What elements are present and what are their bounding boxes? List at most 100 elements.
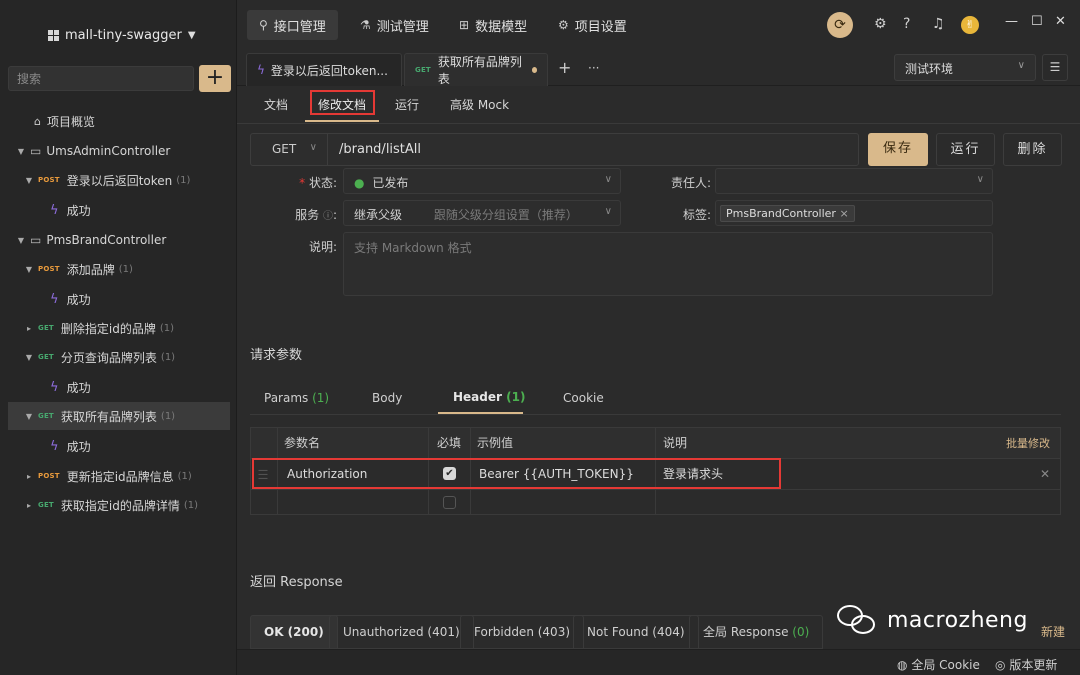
tree-item-overview[interactable]: ⌂ 项目概览 [8,107,230,135]
close-icon[interactable]: × [839,207,848,220]
chevron-down-icon: ∨ [309,142,317,153]
tree-count: (1) [160,351,176,363]
tree-label: 获取指定id的品牌详情 [60,498,180,513]
gear-icon: ⚙ [558,18,569,32]
nav-label: 项目设置 [574,19,627,35]
url-input[interactable]: /brand/listAll [339,142,421,157]
tree-label: 获取所有品牌列表 [60,409,157,424]
tag-value: PmsBrandController [726,207,836,220]
tree-label: UmsAdminController [46,144,171,158]
tab-list-all-brands[interactable]: GET 获取所有品牌列表 [404,53,548,86]
help-icon[interactable]: ? [903,16,910,32]
chevron-down-icon: ∨ [604,206,612,217]
tree-label: PmsBrandController [46,233,167,247]
tab-params[interactable]: Params (1) [264,391,329,405]
tree-label: 分页查询品牌列表 [60,350,157,365]
environment-select[interactable]: 测试环境 ∨ [894,54,1036,81]
tree-item-update-brand[interactable]: ▸ POST 更新指定id品牌信息 (1) [8,462,230,490]
tree-item-delete-brand[interactable]: ▸ GET 删除指定id的品牌 (1) [8,314,230,342]
tree-item-success[interactable]: ϟ 成功 [8,432,230,460]
tree-count: (1) [159,322,175,334]
tree-count: (1) [176,174,191,186]
minimize-icon[interactable]: — [1005,14,1018,29]
tab-header[interactable]: Header (1) [453,390,525,404]
maximize-icon[interactable]: ☐ [1031,14,1043,29]
nav-project-settings[interactable]: ⚙ 项目设置 [546,10,639,40]
tab-login-token[interactable]: ϟ 登录以后返回token... [246,53,402,86]
save-button[interactable]: 保存 [868,133,928,166]
tag-input[interactable]: PmsBrandController × [715,200,993,226]
tree-folder-ums[interactable]: ▼ ▭ UmsAdminController [8,137,230,165]
run-button[interactable]: 运行 [936,133,995,166]
tree-item-add-brand[interactable]: ▼ POST 添加品牌 (1) [8,255,230,283]
bolt-icon: ϟ [50,438,59,454]
tag-chip[interactable]: PmsBrandController × [720,205,855,222]
environment-label: 测试环境 [905,62,954,76]
add-button[interactable]: + [199,65,231,92]
response-tab-forbidden[interactable]: Forbidden (403) [460,615,585,649]
tree-folder-pms[interactable]: ▼ ▭ PmsBrandController [8,226,230,254]
avatar[interactable]: ✌ [961,16,979,34]
version-update-button[interactable]: ◎ 版本更新 [995,656,1057,673]
tree-item-brand-detail[interactable]: ▸ GET 获取指定id的品牌详情 (1) [8,491,230,519]
highlight-box [310,90,375,115]
required-checkbox-empty[interactable] [443,496,456,509]
response-tab-not-found[interactable]: Not Found (404) [573,615,699,649]
tree-item-login[interactable]: ▼ POST 登录以后返回token (1) [8,166,230,194]
menu-icon[interactable]: ☰ [1042,54,1068,81]
close-icon[interactable]: ✕ [1055,14,1066,29]
method-select[interactable]: GET ∨ [251,134,328,165]
model-icon: ⊞ [459,18,470,32]
service-select[interactable]: 继承父级 跟随父级分组设置（推荐） ∨ [343,200,621,226]
nav-api-management[interactable]: ⚲ 接口管理 [247,10,338,40]
response-tab-unauthorized[interactable]: Unauthorized (401) [329,615,474,649]
caret-down-icon: ▼ [17,235,25,245]
status-bar: ◍ 全局 Cookie ◎ 版本更新 [237,649,1080,675]
description-input[interactable]: 支持 Markdown 格式 [343,232,993,296]
subtab-advanced-mock[interactable]: 高级 Mock [450,96,509,113]
search-input[interactable]: 搜索 [8,66,194,91]
owner-select[interactable]: ∨ [715,168,993,194]
tree-item-success[interactable]: ϟ 成功 [8,373,230,401]
app-window: mall-tiny-swagger ▼ 搜索 + ⌂ 项目概览 ▼ ▭ UmsA… [0,0,1080,675]
update-icon: ◎ [995,658,1006,672]
global-cookie-button[interactable]: ◍ 全局 Cookie [897,656,980,673]
project-name: mall-tiny-swagger [65,27,182,43]
response-tab-ok[interactable]: OK (200) [250,615,338,649]
bolt-icon: ϟ [50,202,59,218]
project-switcher[interactable]: mall-tiny-swagger ▼ [48,26,196,44]
params-active-indicator [438,412,523,414]
sync-icon[interactable]: ⟳ [827,12,853,38]
nav-test-management[interactable]: ⚗ 测试管理 [348,10,441,40]
row-divider [251,489,1060,490]
delete-row-icon[interactable]: ✕ [1040,459,1050,489]
status-select[interactable]: ● 已发布 ∨ [343,168,621,194]
bulk-edit-link[interactable]: 批量修改 [1006,428,1050,459]
method-badge: GET [38,324,54,332]
tree-count: (1) [160,410,176,422]
nav-data-model[interactable]: ⊞ 数据模型 [447,10,539,40]
service-value: 继承父级 [354,208,403,222]
tab-cookie[interactable]: Cookie [563,391,604,405]
add-tab-button[interactable]: + [558,58,571,77]
tree-item-success[interactable]: ϟ 成功 [8,285,230,313]
new-response-link[interactable]: 新建 [1041,623,1065,640]
tree-item-list-all[interactable]: ▼ GET 获取所有品牌列表 (1) [8,402,230,430]
bell-icon[interactable]: ♫ [932,16,945,32]
delete-button[interactable]: 删除 [1003,133,1062,166]
url-bar: GET ∨ /brand/listAll [250,133,859,166]
more-tabs-button[interactable]: ··· [588,61,599,75]
help-icon: ⓘ [322,211,333,222]
response-tab-global[interactable]: 全局 Response (0) [689,615,824,649]
tree-item-success[interactable]: ϟ 成功 [8,196,230,224]
settings-icon[interactable]: ⚙ [874,16,887,32]
grid-icon [48,29,59,41]
tab-body[interactable]: Body [372,391,402,405]
subtab-run[interactable]: 运行 [395,96,419,113]
nav-label: 测试管理 [376,19,429,35]
method-badge: POST [38,472,60,480]
caret-down-icon: ▼ [17,146,25,156]
tree-item-page-list[interactable]: ▼ GET 分页查询品牌列表 (1) [8,343,230,371]
caret-down-icon: ▼ [25,411,33,421]
subtab-docs[interactable]: 文档 [264,96,288,113]
